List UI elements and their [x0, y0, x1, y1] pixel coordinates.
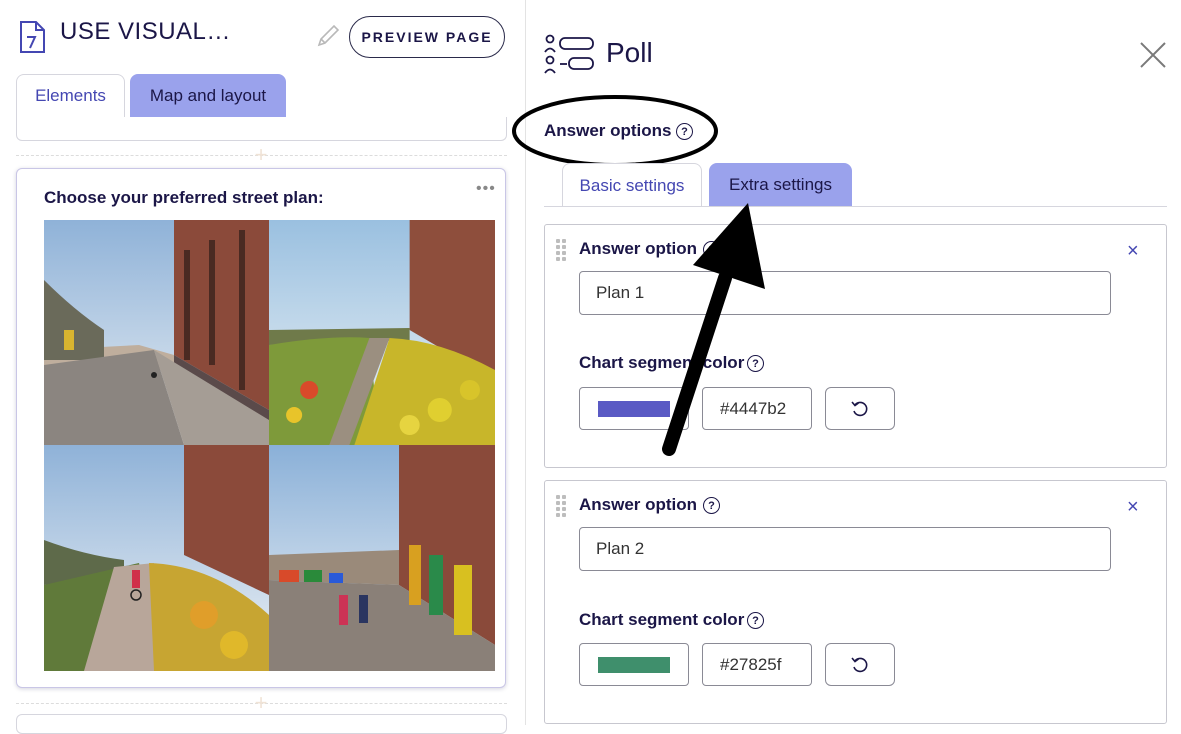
answer-option-input[interactable]: Plan 2	[579, 527, 1111, 571]
reset-color-button[interactable]	[825, 387, 895, 430]
reset-color-button[interactable]	[825, 643, 895, 686]
page-title: USE VISUAL…	[60, 18, 231, 45]
annotation-arrow	[662, 203, 765, 456]
pencil-icon[interactable]	[314, 22, 342, 50]
reset-icon	[851, 400, 868, 416]
more-horizontal-icon[interactable]: •••	[476, 180, 496, 198]
chart-segment-color-label: Chart segment color	[579, 610, 745, 629]
drag-handle-icon[interactable]	[556, 495, 568, 517]
help-icon[interactable]: ?	[703, 497, 720, 514]
tab-basic-settings[interactable]: Basic settings	[562, 163, 702, 207]
street-plan-image-grid	[44, 220, 495, 671]
answer-option-card	[544, 224, 1167, 468]
color-swatch	[598, 656, 670, 673]
street-image-plan-4[interactable]	[269, 445, 495, 671]
tab-elements[interactable]: Elements	[16, 74, 125, 117]
reset-icon	[851, 656, 868, 672]
drag-handle-icon[interactable]	[556, 239, 568, 261]
close-icon[interactable]	[1138, 40, 1168, 70]
street-image-plan-2[interactable]	[269, 220, 495, 445]
answer-option-label: Answer option	[579, 495, 698, 514]
panel-title: Poll	[606, 37, 653, 68]
next-element-card[interactable]	[16, 714, 507, 734]
help-icon[interactable]: ?	[747, 612, 764, 629]
remove-option-icon[interactable]: ×	[1127, 496, 1139, 519]
remove-option-icon[interactable]: ×	[1127, 240, 1139, 263]
tab-map-and-layout[interactable]: Map and layout	[130, 74, 286, 117]
poll-list-icon	[544, 34, 594, 74]
color-picker[interactable]	[579, 643, 689, 686]
street-image-plan-3[interactable]	[44, 445, 269, 671]
answer-option-card	[544, 480, 1167, 724]
element-strip	[16, 117, 507, 141]
poll-question: Choose your preferred street plan:	[44, 188, 324, 207]
street-image-plan-1[interactable]	[44, 220, 269, 445]
color-hex-input[interactable]: #27825f	[702, 643, 812, 686]
tab-underline	[544, 206, 1167, 207]
preview-page-button[interactable]: PREVIEW PAGE	[349, 16, 505, 58]
annotation-ellipse	[512, 95, 718, 167]
add-element-icon[interactable]: +	[246, 142, 276, 168]
document-icon	[20, 21, 45, 53]
add-element-icon-bottom[interactable]: +	[246, 690, 276, 716]
tab-extra-settings[interactable]: Extra settings	[709, 163, 852, 207]
